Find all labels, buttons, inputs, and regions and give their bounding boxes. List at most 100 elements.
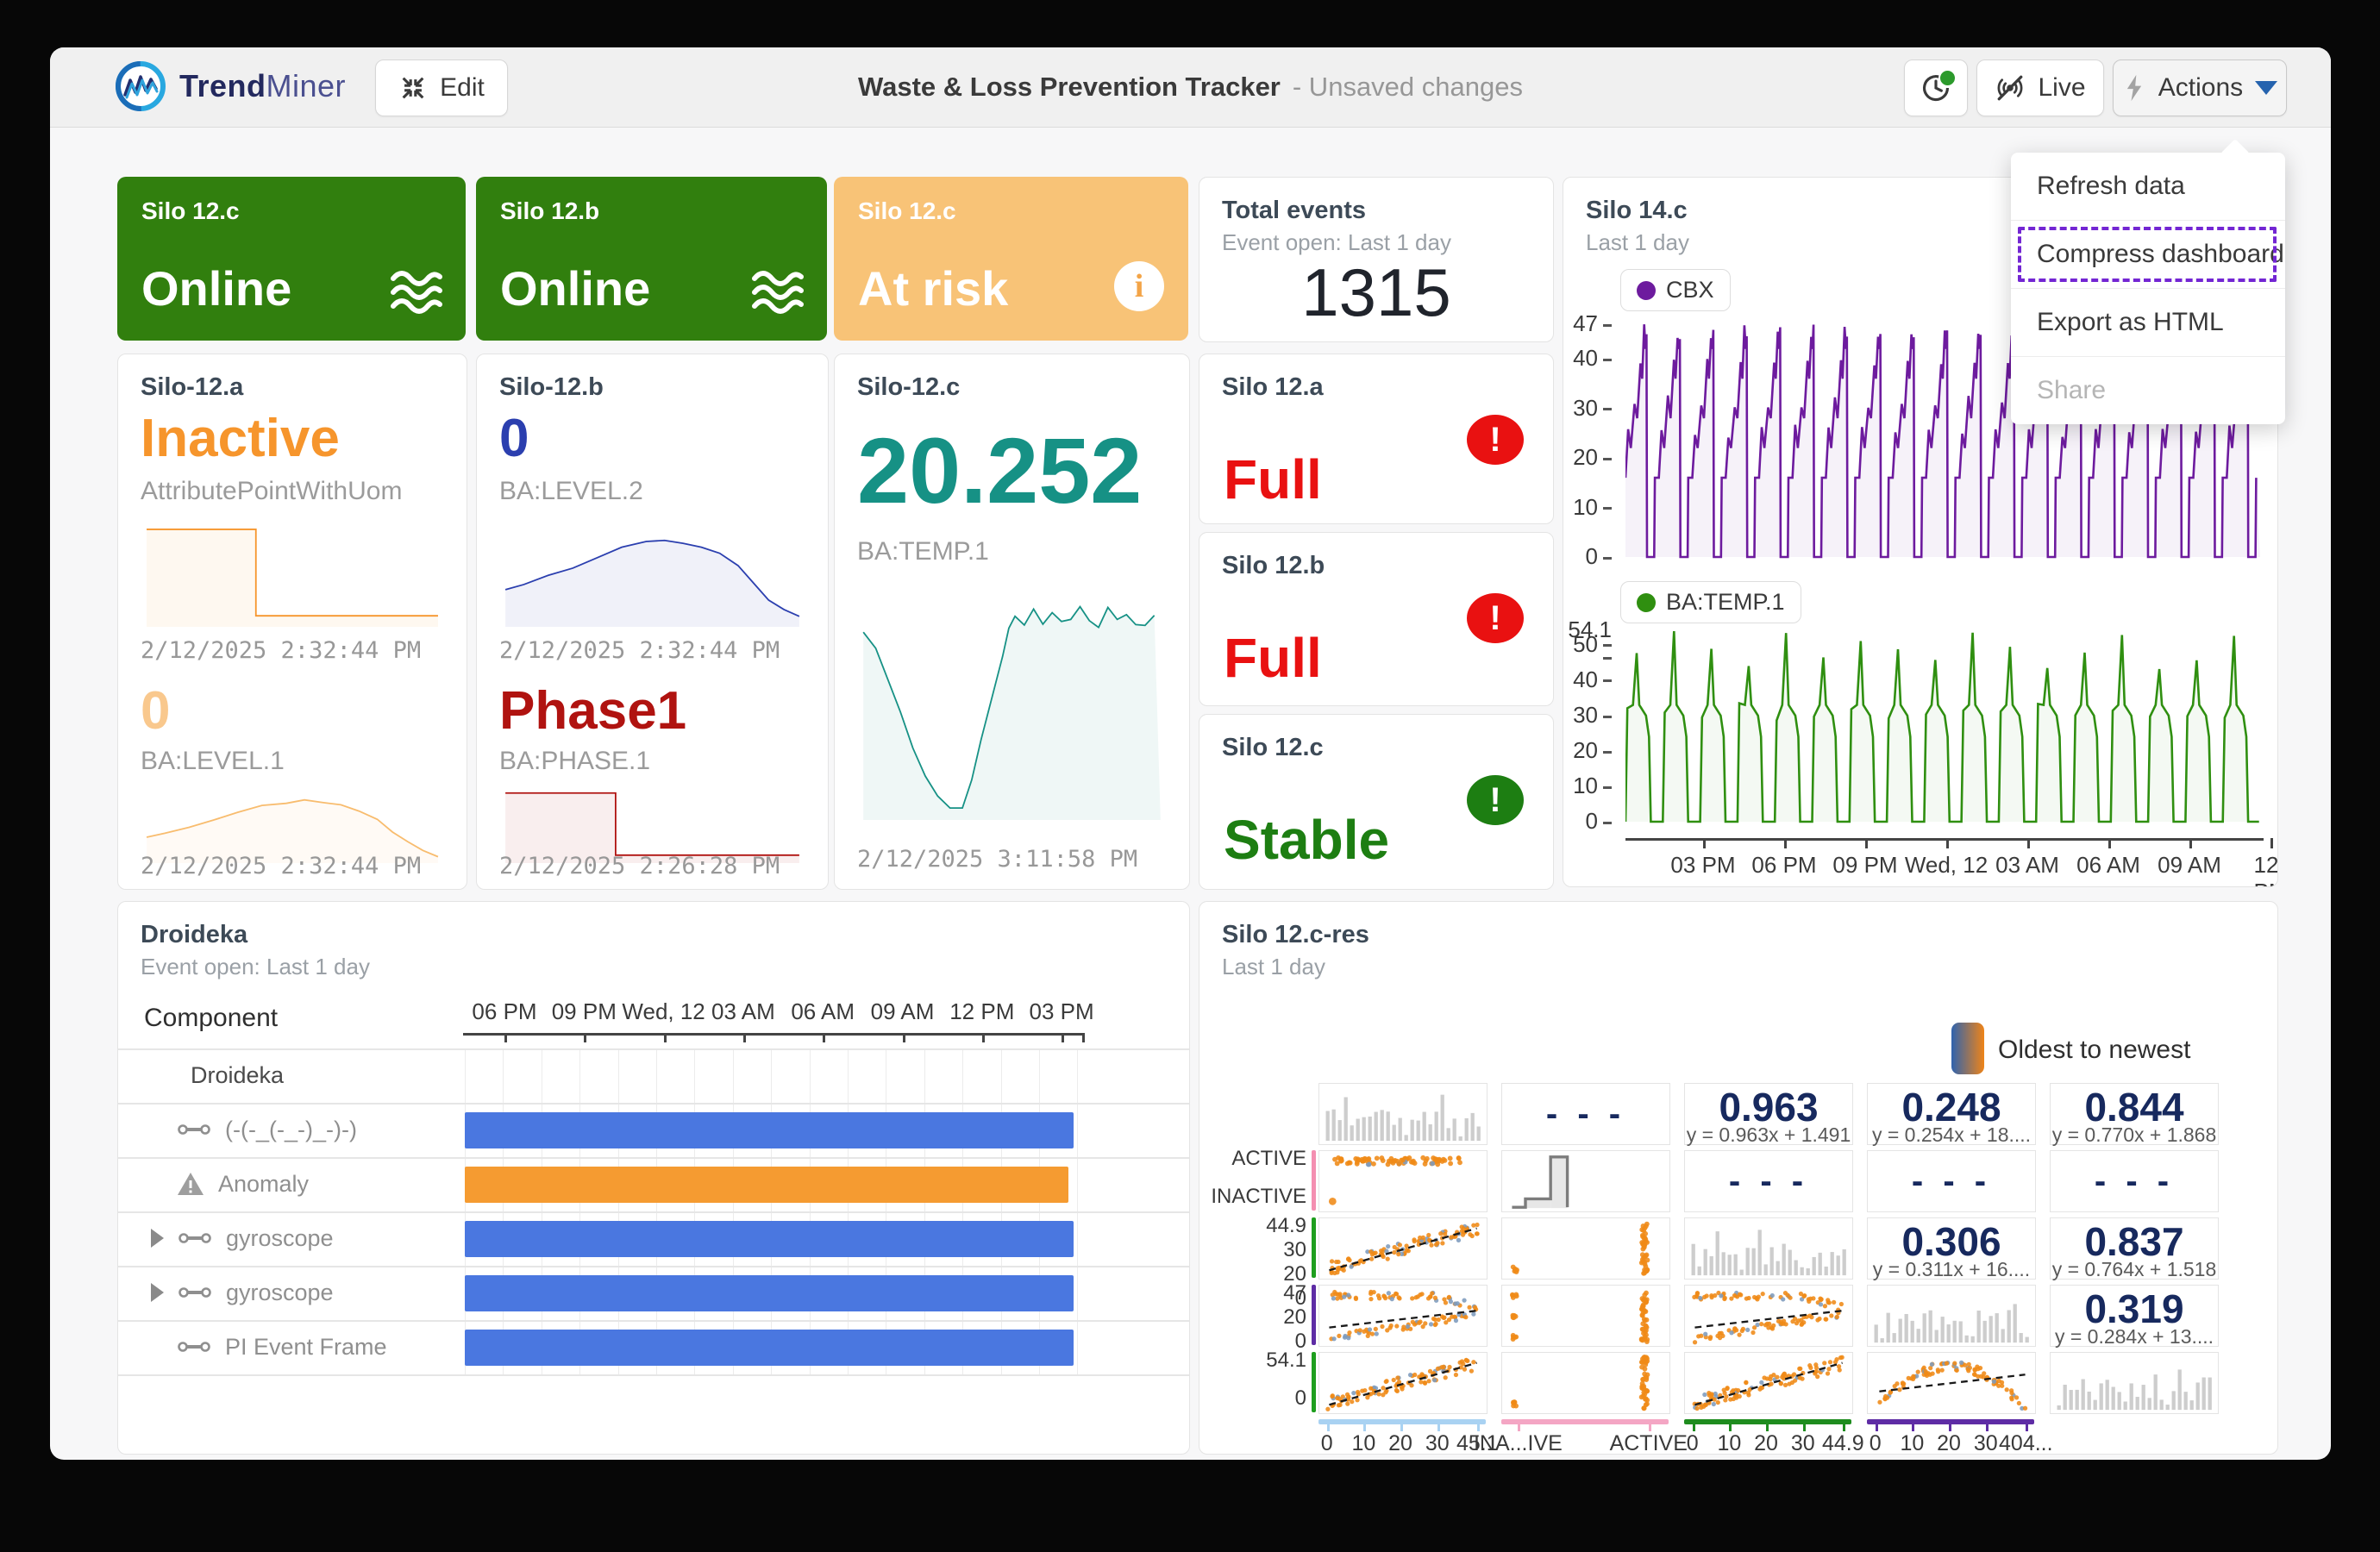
expand-caret-icon[interactable] bbox=[151, 1283, 164, 1302]
matrix-cell[interactable] bbox=[1318, 1083, 1488, 1145]
actions-button[interactable]: Actions bbox=[2113, 59, 2287, 116]
matrix-plot bbox=[1319, 1084, 1487, 1144]
matrix-cell[interactable] bbox=[1318, 1285, 1488, 1347]
matrix-cell[interactable] bbox=[1684, 1285, 1853, 1347]
col-axis-label: INA...IVE bbox=[1474, 1431, 1563, 1455]
gantt-event-bar[interactable] bbox=[465, 1330, 1074, 1366]
x-tick-label: 09 AM bbox=[2158, 852, 2221, 879]
status-tile-silo-12c-at-risk: Silo 12.c At risk i bbox=[834, 177, 1188, 341]
gantt-tick-label: 03 AM bbox=[711, 998, 775, 1025]
gantt-row-label[interactable]: gyroscope bbox=[151, 1278, 334, 1307]
metric-value: Inactive bbox=[141, 408, 340, 469]
col-axis-label: 404... bbox=[1999, 1431, 2053, 1455]
metric-sparkline bbox=[857, 580, 1167, 820]
history-button[interactable] bbox=[1904, 59, 1968, 116]
matrix-cell[interactable]: - - - bbox=[1684, 1150, 1853, 1212]
live-button[interactable]: Live bbox=[1976, 59, 2104, 116]
gantt-row-label[interactable]: gyroscope bbox=[151, 1223, 334, 1253]
matrix-cell[interactable]: 0.837y = 0.764x + 1.518 bbox=[2050, 1217, 2219, 1280]
gantt-tick-label: 09 PM bbox=[552, 998, 617, 1025]
matrix-cell[interactable]: 0.306y = 0.311x + 16.... bbox=[1867, 1217, 2036, 1280]
metric-timestamp: 2/12/2025 2:32:44 PM bbox=[141, 853, 421, 879]
gantt-tick bbox=[584, 1033, 586, 1042]
link-icon bbox=[177, 1121, 211, 1138]
menu-item-share[interactable]: Share bbox=[2011, 356, 2285, 424]
gantt-row-label[interactable]: (-(-_(-_-)_-)-) bbox=[177, 1115, 357, 1144]
alert-icon: ! bbox=[1467, 593, 1524, 643]
gantt-tick bbox=[504, 1033, 507, 1042]
matrix-cell[interactable] bbox=[1501, 1150, 1670, 1212]
gantt-tick bbox=[823, 1033, 825, 1042]
x-tick-label: Wed, 12 bbox=[1905, 852, 1988, 879]
matrix-cell[interactable] bbox=[1684, 1217, 1853, 1280]
menu-item-refresh-data[interactable]: Refresh data bbox=[2011, 153, 2285, 220]
expand-caret-icon[interactable] bbox=[151, 1229, 164, 1248]
matrix-cell[interactable]: 0.319y = 0.284x + 13.... bbox=[2050, 1285, 2219, 1347]
matrix-tile-silo-12c-res: Silo 12.c-res Last 1 day Oldest to newes… bbox=[1199, 901, 2278, 1455]
y-tick-label: 30 bbox=[1563, 702, 1612, 729]
col-axis-tick bbox=[1766, 1423, 1769, 1431]
metric-sparkline bbox=[141, 516, 444, 627]
menu-item-compress-dashboard[interactable]: Compress dashboard bbox=[2011, 220, 2285, 288]
actions-button-label: Actions bbox=[2158, 73, 2243, 103]
metric-sparkline bbox=[499, 784, 805, 863]
gantt-row-label[interactable]: Droideka bbox=[191, 1061, 284, 1090]
matrix-cell[interactable]: - - - bbox=[1867, 1150, 2036, 1212]
col-axis-label: ACTIVE bbox=[1610, 1431, 1688, 1455]
gantt-event-bar[interactable] bbox=[465, 1112, 1074, 1148]
row-axis-label: 54.1 bbox=[1266, 1349, 1306, 1373]
legend-ba-temp1[interactable]: BA:TEMP.1 bbox=[1620, 581, 1801, 623]
col-axis-tick bbox=[1649, 1423, 1651, 1431]
matrix-cell[interactable] bbox=[1867, 1352, 2036, 1414]
matrix-cell[interactable] bbox=[1318, 1217, 1488, 1280]
row-separator bbox=[118, 1320, 1189, 1322]
notification-dot bbox=[1938, 69, 1957, 87]
row-axis-bar bbox=[1312, 1150, 1316, 1211]
correlation-equation: y = 0.770x + 1.868 bbox=[2051, 1123, 2218, 1147]
matrix-cell[interactable] bbox=[1501, 1217, 1670, 1280]
matrix-cell[interactable]: 0.963y = 0.963x + 1.491 bbox=[1684, 1083, 1853, 1145]
matrix-cell[interactable] bbox=[1867, 1285, 2036, 1347]
row-separator bbox=[118, 1211, 1189, 1213]
info-icon[interactable]: i bbox=[1114, 261, 1164, 311]
y-tick-label: 40 bbox=[1563, 666, 1612, 693]
status-tile-value: Online bbox=[141, 260, 291, 316]
row-separator bbox=[118, 1103, 1189, 1105]
gantt-event-bar[interactable] bbox=[465, 1275, 1074, 1311]
gantt-row-label[interactable]: PI Event Frame bbox=[177, 1332, 387, 1361]
x-tick bbox=[2189, 838, 2192, 848]
menu-item-export-as-html[interactable]: Export as HTML bbox=[2011, 288, 2285, 356]
matrix-cell[interactable]: 0.844y = 0.770x + 1.868 bbox=[2050, 1083, 2219, 1145]
alert-tile-silo-12b: Silo 12.b Full ! bbox=[1199, 532, 1554, 706]
gantt-event-bar[interactable] bbox=[465, 1221, 1074, 1257]
live-off-icon bbox=[1995, 72, 2026, 103]
matrix-cell[interactable] bbox=[1501, 1285, 1670, 1347]
gantt-tile-droideka: Droideka Event open: Last 1 day Componen… bbox=[117, 901, 1190, 1455]
row-axis-bar bbox=[1312, 1285, 1316, 1345]
gantt-event-bar[interactable] bbox=[465, 1167, 1068, 1203]
status-tile-silo-12b-online: Silo 12.b Online bbox=[476, 177, 827, 341]
gantt-row-label[interactable]: Anomaly bbox=[177, 1169, 309, 1198]
col-axis-label: 10 bbox=[1900, 1431, 1924, 1455]
link-icon bbox=[178, 1230, 212, 1247]
matrix-cell[interactable] bbox=[1501, 1352, 1670, 1414]
matrix-cell[interactable] bbox=[2050, 1352, 2219, 1414]
matrix-cell[interactable]: - - - bbox=[2050, 1150, 2219, 1212]
matrix-cell[interactable] bbox=[1318, 1150, 1488, 1212]
correlation-equation: y = 0.963x + 1.491 bbox=[1685, 1123, 1852, 1147]
metric-label: BA:PHASE.1 bbox=[499, 747, 650, 776]
matrix-plot bbox=[1685, 1286, 1852, 1346]
gantt-tick bbox=[982, 1033, 985, 1042]
no-correlation-dashes: - - - bbox=[1868, 1151, 2035, 1211]
matrix-cell[interactable]: - - - bbox=[1501, 1083, 1670, 1145]
matrix-cell[interactable] bbox=[1318, 1352, 1488, 1414]
legend-cbx[interactable]: CBX bbox=[1620, 269, 1731, 311]
gantt-tick-label: Wed, 12 bbox=[622, 998, 705, 1025]
metric-value: 0 bbox=[141, 680, 170, 742]
detail-tile-silo-12a: Silo-12.a Inactive AttributePointWithUom… bbox=[117, 354, 467, 890]
gantt-tick bbox=[903, 1033, 905, 1042]
metric-sparkline bbox=[141, 784, 444, 863]
matrix-cell[interactable]: 0.248y = 0.254x + 18.... bbox=[1867, 1083, 2036, 1145]
matrix-plot bbox=[1319, 1218, 1487, 1279]
matrix-cell[interactable] bbox=[1684, 1352, 1853, 1414]
